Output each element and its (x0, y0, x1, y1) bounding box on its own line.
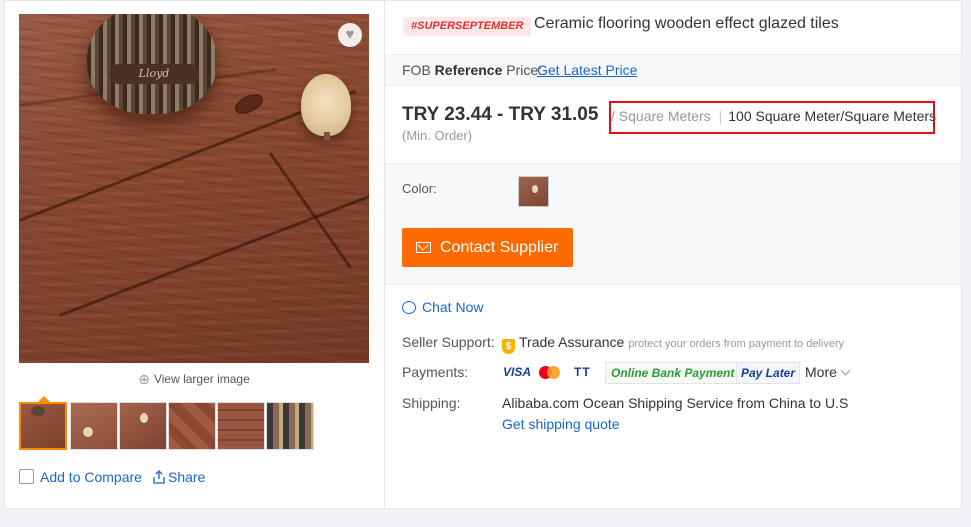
mastercard-icon (539, 362, 561, 382)
moq-highlight-box (609, 101, 935, 134)
nut-decoration (232, 90, 266, 118)
min-order-label: (Min. Order) (402, 128, 473, 143)
more-payments-dropdown[interactable]: More (805, 364, 851, 380)
color-swatch[interactable] (518, 176, 549, 207)
shipping-label: Shipping: (402, 395, 461, 411)
product-title: Ceramic flooring wooden effect glazed ti… (534, 15, 839, 32)
favorite-heart-icon[interactable]: ♥ (338, 23, 362, 47)
chat-bubble-icon (402, 301, 416, 314)
thumbnail-1[interactable] (19, 402, 67, 450)
view-larger-link[interactable]: ⊕ View larger image (0, 371, 388, 388)
dried-flower-decoration (301, 74, 351, 136)
tile-seam (59, 192, 369, 317)
thumbnail-detail (31, 406, 45, 416)
thumbnail-2[interactable] (70, 402, 118, 450)
pay-later-badge: Pay Later (736, 362, 801, 384)
add-to-compare[interactable]: Add to Compare (19, 469, 142, 485)
trade-assurance: $ Trade Assurance protect your orders from… (502, 334, 844, 354)
tt-transfer-icon: TT (574, 365, 591, 379)
compare-checkbox[interactable] (19, 469, 34, 484)
trade-assurance-shield-icon: $ (502, 339, 515, 354)
flower-stem (324, 132, 330, 140)
fob-bar: FOB Reference Price: Get Latest Price (385, 54, 961, 86)
fob-label-bold: Reference (434, 62, 503, 78)
contact-supplier-label: Contact Supplier (440, 239, 559, 256)
fob-label: FOB Reference Price: (402, 62, 542, 78)
color-label: Color: (402, 181, 437, 196)
chevron-down-icon (840, 365, 851, 376)
chat-now-label: Chat Now (422, 299, 484, 315)
mail-icon (416, 242, 431, 253)
contact-supplier-button[interactable]: Contact Supplier (402, 228, 573, 267)
shipping-service: Alibaba.com Ocean Shipping Service from … (502, 395, 849, 411)
promo-badge: #SUPERSEPTEMBER (403, 17, 532, 36)
thumbnail-3[interactable] (119, 402, 167, 450)
thumbnail-detail (140, 413, 148, 423)
view-larger-label: View larger image (153, 372, 250, 386)
share-icon (153, 470, 165, 484)
zoom-in-icon: ⊕ (138, 371, 150, 387)
thumbnail-detail (83, 427, 93, 437)
thumbnail-5[interactable] (217, 402, 265, 450)
online-bank-payment-badge: Online Bank Payment (605, 362, 741, 384)
price-range: TRY 23.44 - TRY 31.05 (402, 104, 599, 125)
active-thumbnail-indicator (38, 396, 50, 402)
visa-icon: VISA (503, 365, 532, 379)
main-product-image[interactable]: Lloyd (19, 14, 369, 363)
basket-label: Lloyd (109, 64, 199, 84)
thumbnail-6[interactable] (266, 402, 314, 450)
compare-label: Add to Compare (40, 469, 142, 485)
share-label: Share (168, 469, 206, 485)
more-label: More (805, 364, 837, 380)
swatch-detail (532, 185, 538, 193)
trade-assurance-label: Trade Assurance (519, 334, 625, 350)
payments-label: Payments: (402, 364, 469, 380)
thumbnail-4[interactable] (168, 402, 216, 450)
fob-label-prefix: FOB (402, 62, 435, 78)
get-shipping-quote-link[interactable]: Get shipping quote (502, 416, 620, 432)
get-latest-price-link[interactable]: Get Latest Price (537, 62, 637, 78)
chat-now-link[interactable]: Chat Now (402, 299, 483, 315)
trade-assurance-note: protect your orders from payment to deli… (628, 338, 845, 350)
seller-support-label: Seller Support: (402, 334, 495, 350)
tile-seam (269, 152, 352, 269)
share-button[interactable]: Share (152, 469, 205, 485)
